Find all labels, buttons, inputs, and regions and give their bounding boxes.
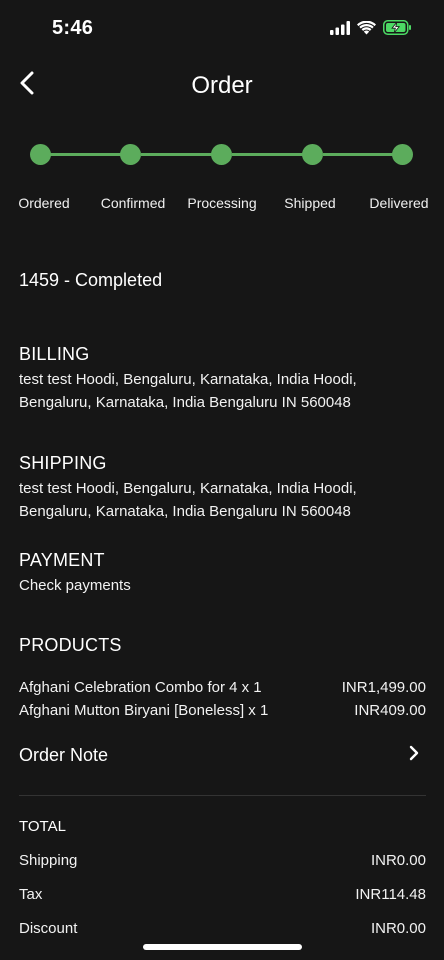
step-dot-confirmed — [120, 144, 141, 165]
status-icons — [330, 20, 412, 40]
product-row: Afghani Mutton Biryani [Boneless] x 1 IN… — [19, 702, 426, 719]
shipping-address-line: test test Hoodi, Bengaluru, Karnataka, I… — [19, 480, 357, 497]
step-label-ordered: Ordered — [18, 195, 70, 211]
total-row-tax: Tax INR114.48 — [19, 886, 426, 903]
step-connector — [232, 153, 304, 156]
step-dot-delivered — [392, 144, 413, 165]
order-note-row[interactable]: Order Note — [19, 742, 419, 768]
total-value: INR0.00 — [370, 920, 426, 937]
step-label-shipped: Shipped — [284, 195, 336, 211]
home-indicator[interactable] — [143, 944, 302, 950]
total-heading: TOTAL — [19, 818, 66, 835]
billing-heading: BILLING — [19, 344, 90, 364]
step-label-delivered: Delivered — [369, 195, 429, 211]
product-price: INR1,499.00 — [341, 679, 426, 696]
payment-method: Check payments — [19, 577, 131, 594]
product-name: Afghani Celebration Combo for 4 x 1 — [19, 679, 262, 696]
total-label: Tax — [19, 886, 43, 903]
total-label: Discount — [19, 920, 78, 937]
divider — [19, 795, 426, 796]
order-progress-stepper: Ordered Confirmed Processing Shipped Del… — [0, 140, 444, 220]
shipping-heading: SHIPPING — [19, 453, 107, 473]
page-title: Order — [191, 72, 253, 99]
product-price: INR409.00 — [354, 702, 426, 719]
cellular-signal-icon — [330, 20, 350, 40]
step-dot-shipped — [302, 144, 323, 165]
total-row-discount: Discount INR0.00 — [19, 920, 426, 937]
battery-charging-icon — [383, 20, 412, 40]
step-label-processing: Processing — [187, 195, 257, 211]
step-connector — [141, 153, 213, 156]
billing-address-line: test test Hoodi, Bengaluru, Karnataka, I… — [19, 371, 357, 388]
order-note-label: Order Note — [19, 744, 109, 765]
total-row-shipping: Shipping INR0.00 — [19, 852, 426, 869]
billing-address-line: Bengaluru, Karnataka, India Bengaluru IN… — [19, 394, 351, 411]
step-connector — [323, 153, 395, 156]
total-value: INR0.00 — [370, 852, 426, 869]
step-label-confirmed: Confirmed — [100, 195, 166, 211]
nav-bar: Order — [0, 60, 444, 112]
payment-heading: PAYMENT — [19, 550, 105, 570]
step-connector — [50, 153, 122, 156]
step-dot-ordered — [30, 144, 51, 165]
product-name: Afghani Mutton Biryani [Boneless] x 1 — [19, 702, 269, 719]
product-row: Afghani Celebration Combo for 4 x 1 INR1… — [19, 679, 426, 696]
total-value: INR114.48 — [355, 886, 426, 903]
chevron-right-icon — [409, 745, 419, 766]
status-bar: 5:46 — [0, 0, 444, 56]
order-status: 1459 - Completed — [19, 270, 163, 290]
products-heading: PRODUCTS — [19, 635, 122, 655]
status-time: 5:46 — [52, 17, 94, 39]
shipping-address: test test Hoodi, Bengaluru, Karnataka, I… — [19, 477, 419, 523]
total-label: Shipping — [19, 852, 78, 869]
shipping-address-line: Bengaluru, Karnataka, India Bengaluru IN… — [19, 503, 351, 520]
wifi-icon — [357, 20, 376, 40]
step-dot-processing — [211, 144, 232, 165]
billing-address: test test Hoodi, Bengaluru, Karnataka, I… — [19, 368, 419, 414]
